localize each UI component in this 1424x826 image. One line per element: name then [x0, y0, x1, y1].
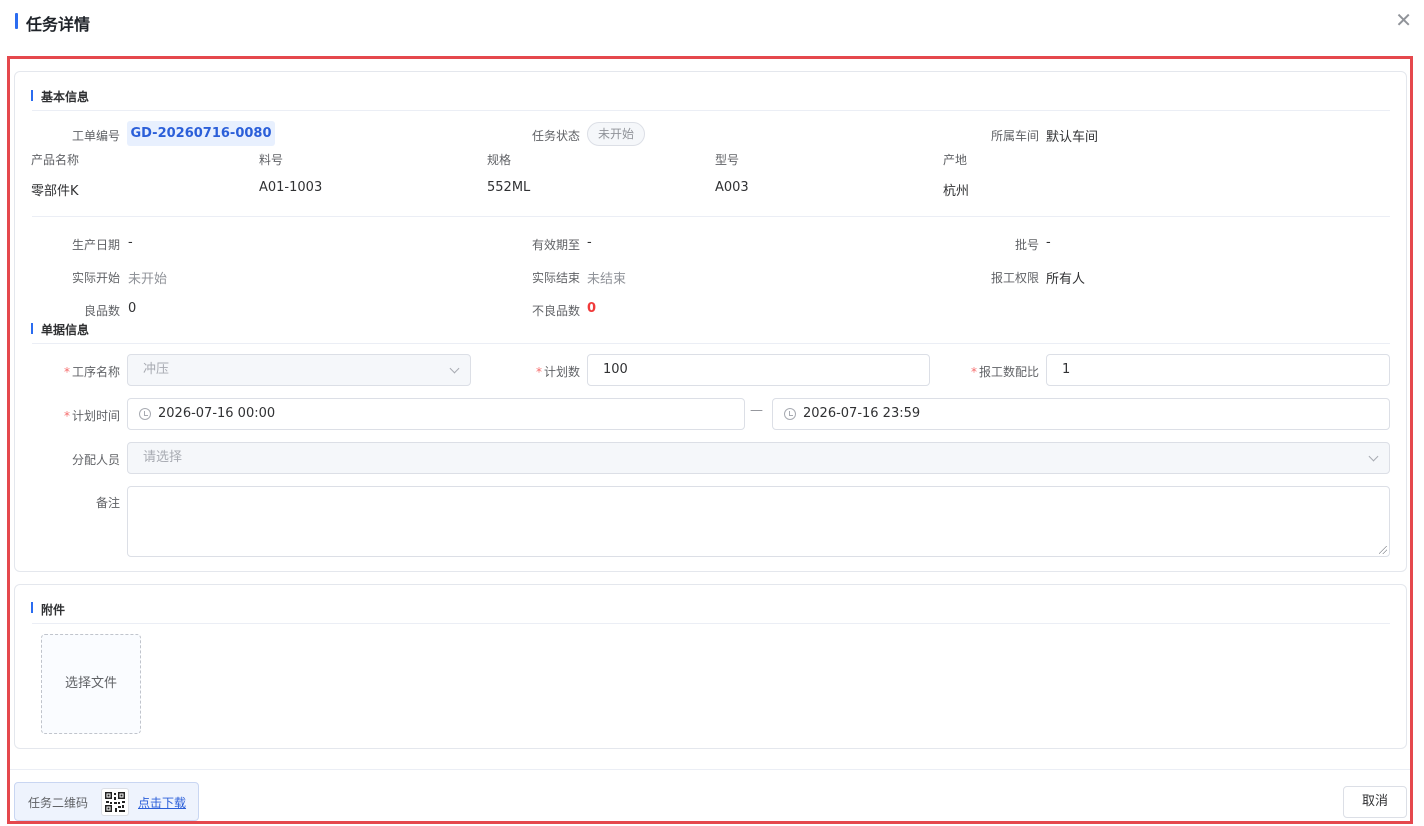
part-no-label: 料号 [259, 153, 284, 167]
section-divider [32, 623, 1390, 624]
required-mark: * [535, 365, 542, 379]
chevron-down-icon [1368, 451, 1379, 462]
good-qty-label: 良品数 [83, 304, 120, 318]
spec-value: 552ML [487, 180, 531, 195]
ratio-label-text: 报工数配比 [978, 365, 1039, 379]
actual-end-value: 未结束 [587, 272, 627, 287]
plan-qty-value: 100 [603, 362, 628, 377]
plan-time-label: * 计划时间 [40, 407, 120, 424]
plan-time-label-text: 计划时间 [71, 409, 120, 423]
prod-date-value: - [128, 235, 133, 250]
ratio-value: 1 [1062, 362, 1071, 377]
plan-end-value: 2026-07-16 23:59 [803, 406, 921, 421]
section-title-form: 单据信息 [41, 323, 90, 337]
product-name-value: 零部件K [31, 184, 79, 199]
actual-start-value: 未开始 [128, 272, 168, 287]
actual-end-label: 实际结束 [531, 271, 580, 285]
workshop-label: 所属车间 [990, 129, 1039, 143]
status-badge: 未开始 [587, 122, 645, 146]
assignee-placeholder: 请选择 [143, 450, 183, 465]
ratio-input[interactable]: 1 [1046, 354, 1390, 386]
spec-label: 规格 [487, 153, 512, 167]
ratio-label: * 报工数配比 [940, 363, 1039, 380]
actual-start-label: 实际开始 [71, 271, 120, 285]
select-file-button[interactable]: 选择文件 [41, 634, 141, 734]
section-divider [32, 110, 1390, 111]
process-label: * 工序名称 [40, 363, 120, 380]
expire-value: - [587, 235, 592, 250]
report-perm-value: 所有人 [1046, 272, 1086, 287]
origin-value: 杭州 [943, 184, 970, 199]
prod-date-label: 生产日期 [71, 238, 120, 252]
required-mark: * [970, 365, 977, 379]
plan-start-value: 2026-07-16 00:00 [158, 406, 276, 421]
process-select-value: 冲压 [143, 362, 170, 377]
assignee-label: 分配人员 [71, 453, 120, 467]
process-select[interactable]: 冲压 [127, 354, 471, 386]
qr-download-link[interactable]: 点击下载 [138, 794, 186, 811]
plan-start-picker[interactable]: 2026-07-16 00:00 [127, 398, 745, 430]
close-icon[interactable]: ✕ [1395, 10, 1412, 30]
remark-textarea[interactable] [127, 486, 1390, 557]
clock-icon [784, 408, 796, 420]
section-title-attach: 附件 [41, 603, 66, 617]
resize-grip-icon[interactable] [1379, 546, 1387, 554]
dialog-title: 任务详情 [26, 15, 91, 34]
part-no-value: A01-1003 [259, 180, 323, 195]
qr-code-icon [101, 788, 129, 816]
model-value: A003 [715, 180, 749, 195]
qr-code-label: 任务二维码 [28, 796, 89, 810]
required-mark: * [63, 409, 70, 423]
batch-label: 批号 [1014, 238, 1039, 252]
plan-qty-label-text: 计划数 [543, 365, 580, 379]
model-label: 型号 [715, 153, 740, 167]
attachment-card [14, 584, 1407, 749]
clock-icon [139, 408, 151, 420]
section-mark [31, 90, 33, 101]
workshop-value: 默认车间 [1046, 130, 1099, 145]
product-name-label: 产品名称 [31, 153, 80, 167]
chevron-down-icon [449, 363, 460, 374]
batch-value: - [1046, 235, 1051, 250]
assignee-select[interactable]: 请选择 [127, 442, 1390, 474]
section-mark [31, 323, 33, 334]
bad-qty-value: 0 [587, 301, 597, 316]
bad-qty-label: 不良品数 [531, 304, 580, 318]
order-no-tag: GD-20260716-0080 [127, 121, 275, 146]
section-divider [32, 343, 1390, 344]
info-divider [32, 216, 1390, 217]
qr-code-panel: 任务二维码 点击下载 [14, 782, 199, 821]
status-label: 任务状态 [531, 129, 580, 143]
remark-label: 备注 [95, 496, 120, 510]
section-title-basic: 基本信息 [41, 90, 90, 104]
process-label-text: 工序名称 [71, 365, 120, 379]
origin-label: 产地 [943, 153, 968, 167]
dialog-header: 任务详情 ✕ [0, 0, 1424, 46]
report-perm-label: 报工权限 [990, 271, 1039, 285]
plan-end-picker[interactable]: 2026-07-16 23:59 [772, 398, 1390, 430]
title-accent-bar [15, 13, 18, 29]
required-mark: * [63, 365, 70, 379]
expire-label: 有效期至 [531, 238, 580, 252]
footer-divider [10, 769, 1410, 770]
range-separator: — [750, 403, 763, 418]
good-qty-value: 0 [128, 301, 137, 316]
plan-qty-input[interactable]: 100 [587, 354, 930, 386]
order-no-label: 工单编号 [71, 129, 120, 143]
section-mark [31, 602, 33, 613]
cancel-button[interactable]: 取消 [1343, 786, 1407, 818]
plan-qty-label: * 计划数 [500, 363, 580, 380]
